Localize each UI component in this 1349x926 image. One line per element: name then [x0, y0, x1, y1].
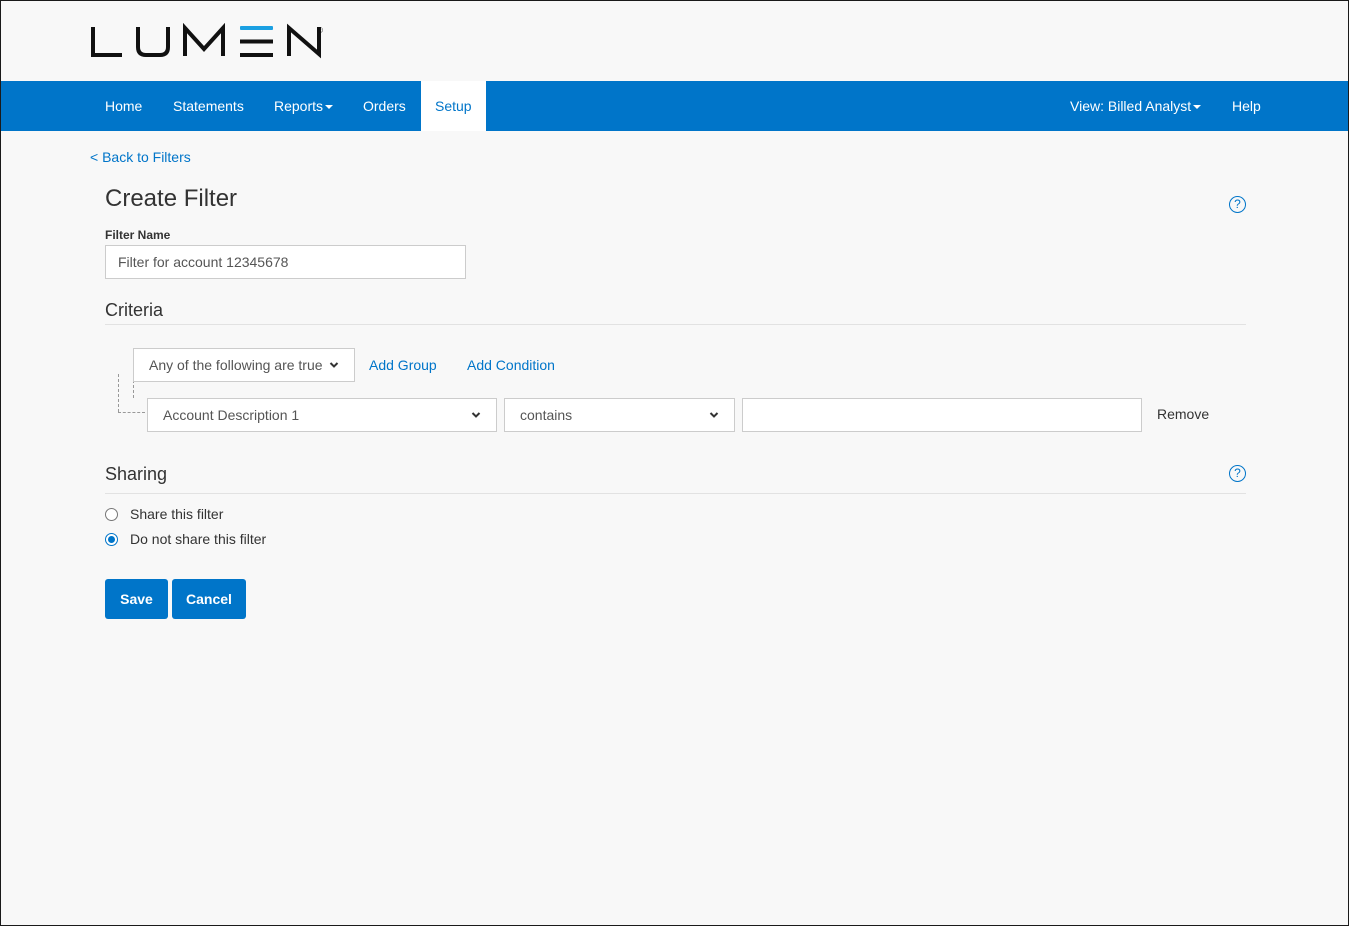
- caret-down-icon: [325, 105, 334, 110]
- save-button[interactable]: Save: [105, 579, 168, 619]
- view-role-dropdown[interactable]: View: Billed Analyst: [1070, 81, 1202, 131]
- lumen-logo[interactable]: ®: [90, 23, 326, 59]
- main-navbar: Home Statements Reports Orders Setup Vie…: [1, 81, 1348, 131]
- header: ®: [1, 1, 1348, 81]
- do-not-share-label: Do not share this filter: [130, 531, 267, 547]
- group-match-select[interactable]: Any of the following are true: [133, 348, 355, 382]
- criteria-divider: [105, 324, 1246, 325]
- chevron-down-icon: [471, 412, 481, 418]
- do-not-share-option[interactable]: Do not share this filter: [105, 531, 266, 547]
- condition-field-value: Account Description 1: [163, 407, 300, 423]
- caret-down-icon: [1193, 105, 1202, 110]
- view-role-label: View: Billed Analyst: [1070, 98, 1192, 114]
- nav-reports[interactable]: Reports: [274, 81, 334, 131]
- chevron-down-icon: [329, 362, 339, 368]
- condition-operator-value: contains: [520, 407, 573, 423]
- filter-name-input[interactable]: [105, 245, 466, 279]
- condition-connector-branch: [118, 412, 145, 413]
- nav-home[interactable]: Home: [105, 81, 142, 131]
- condition-field-select[interactable]: Account Description 1: [147, 398, 497, 432]
- nav-setup[interactable]: Setup: [421, 81, 486, 131]
- share-filter-label: Share this filter: [130, 506, 224, 522]
- condition-value-input[interactable]: [742, 398, 1142, 432]
- svg-text:®: ®: [317, 26, 323, 35]
- chevron-down-icon: [709, 412, 719, 418]
- question-circle-icon[interactable]: ?: [1229, 196, 1246, 213]
- remove-condition-link[interactable]: Remove: [1157, 406, 1209, 422]
- nav-orders[interactable]: Orders: [363, 81, 406, 131]
- add-condition-link[interactable]: Add Condition: [467, 357, 555, 373]
- question-circle-icon[interactable]: ?: [1229, 465, 1246, 482]
- cancel-button[interactable]: Cancel: [172, 579, 246, 619]
- condition-operator-select[interactable]: contains: [504, 398, 735, 432]
- sharing-divider: [105, 493, 1246, 494]
- group-match-value: Any of the following are true: [149, 357, 323, 373]
- nav-help[interactable]: Help: [1232, 81, 1261, 131]
- do-not-share-radio[interactable]: [105, 532, 118, 546]
- share-filter-radio[interactable]: [105, 507, 118, 521]
- add-group-link[interactable]: Add Group: [369, 357, 437, 373]
- back-to-filters-link[interactable]: < Back to Filters: [90, 149, 191, 165]
- nav-statements[interactable]: Statements: [173, 81, 244, 131]
- condition-connector-line: [118, 374, 119, 412]
- nav-reports-label: Reports: [274, 98, 324, 114]
- page-title: Create Filter: [105, 185, 238, 212]
- filter-name-label: Filter Name: [105, 228, 171, 242]
- criteria-heading: Criteria: [105, 300, 164, 320]
- share-filter-option[interactable]: Share this filter: [105, 506, 223, 522]
- sharing-heading: Sharing: [105, 464, 168, 484]
